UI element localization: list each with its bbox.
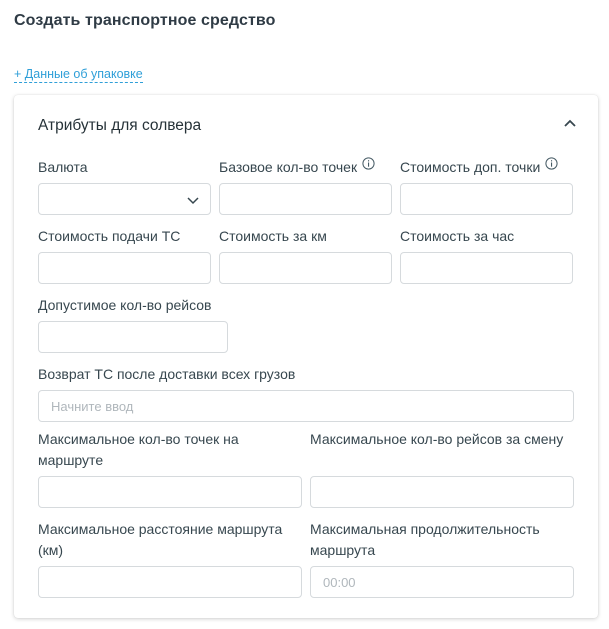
solver-attributes-card: Атрибуты для солвера Валюта Базовое кол-… bbox=[14, 95, 598, 618]
max-shift-trips-label: Максимальное кол-во рейсов за смену bbox=[310, 431, 564, 447]
return-vehicle-label: Возврат ТС после доставки всех грузов bbox=[38, 366, 296, 382]
allowed-trips-input[interactable] bbox=[38, 321, 228, 353]
max-route-distance-label: Максимальное расстояние маршрута (км) bbox=[38, 521, 283, 558]
max-route-duration-label: Максимальная продолжительность маршрута bbox=[310, 521, 540, 558]
base-points-label-text: Базовое кол-во точек bbox=[219, 159, 358, 175]
hour-cost-input[interactable] bbox=[400, 252, 573, 284]
chevron-down-icon bbox=[187, 197, 199, 205]
base-points-input[interactable] bbox=[219, 183, 392, 215]
info-icon[interactable] bbox=[545, 157, 558, 170]
packaging-data-link[interactable]: + Данные об упаковке bbox=[14, 67, 143, 83]
max-shift-trips-input[interactable] bbox=[310, 476, 574, 508]
return-vehicle-input[interactable] bbox=[38, 390, 574, 422]
max-route-points-label: Максимальное кол-во точек на маршруте bbox=[38, 431, 239, 468]
allowed-trips-label: Допустимое кол-во рейсов bbox=[38, 297, 212, 313]
currency-label: Валюта bbox=[38, 159, 88, 175]
extra-point-cost-label: Стоимость доп. точки bbox=[400, 157, 558, 178]
extra-point-cost-input[interactable] bbox=[400, 183, 573, 215]
page-title: Создать транспортное средство bbox=[14, 12, 276, 29]
dispatch-cost-label: Стоимость подачи ТС bbox=[38, 228, 181, 244]
km-cost-input[interactable] bbox=[219, 252, 392, 284]
max-route-distance-input[interactable] bbox=[38, 566, 302, 598]
km-cost-label: Стоимость за км bbox=[219, 228, 327, 244]
hour-cost-label: Стоимость за час bbox=[400, 228, 515, 244]
card-title: Атрибуты для солвера bbox=[38, 117, 202, 134]
max-route-points-input[interactable] bbox=[38, 476, 302, 508]
dispatch-cost-input[interactable] bbox=[38, 252, 211, 284]
currency-select[interactable] bbox=[38, 183, 211, 215]
info-icon[interactable] bbox=[362, 157, 375, 170]
extra-point-cost-label-text: Стоимость доп. точки bbox=[400, 159, 541, 175]
max-route-duration-input[interactable] bbox=[310, 566, 574, 598]
chevron-up-icon bbox=[564, 119, 576, 127]
base-points-label: Базовое кол-во точек bbox=[219, 157, 375, 178]
collapse-button[interactable] bbox=[562, 115, 578, 131]
